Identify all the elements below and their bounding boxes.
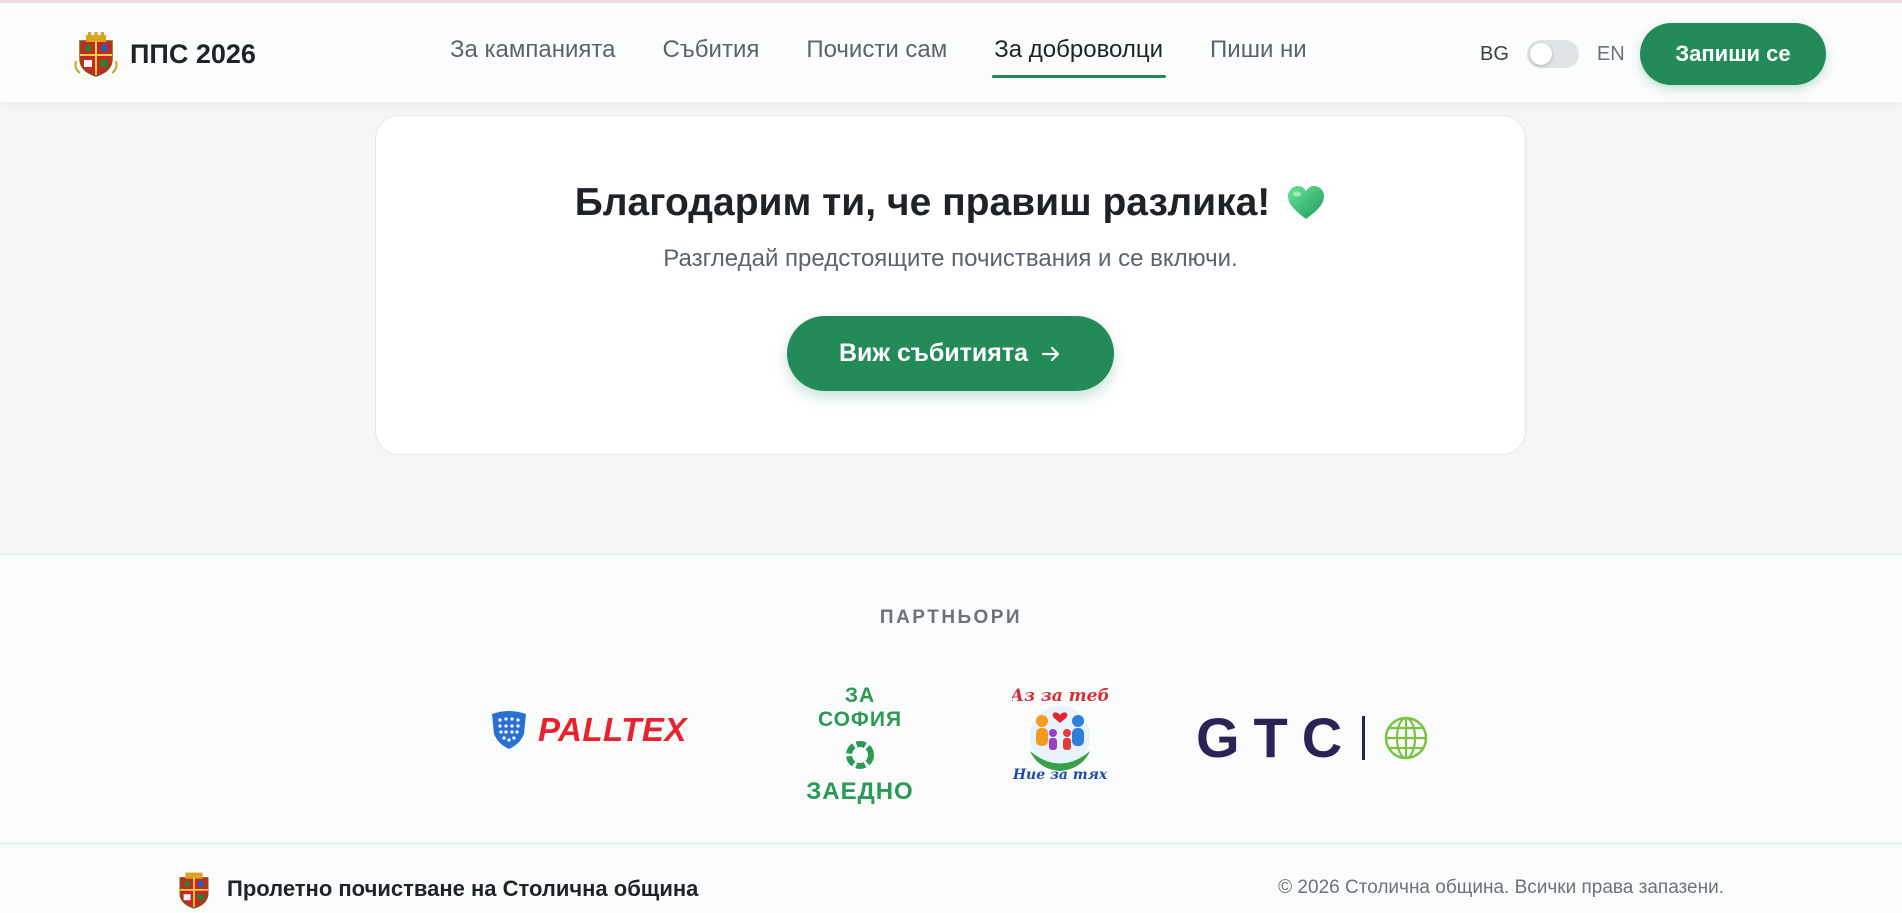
nav-item-clean-yourself[interactable]: Почисти сам xyxy=(806,36,947,64)
thank-you-heading-text: Благодарим ти, че правиш разлика! xyxy=(574,181,1271,224)
partner-logo-gtc[interactable]: GTC xyxy=(1196,705,1429,770)
sofia-crest-icon xyxy=(74,32,118,77)
nav-item-volunteers[interactable]: За доброволци xyxy=(992,36,1166,78)
language-switcher: BG EN xyxy=(1480,40,1625,68)
thank-you-card: Благодарим ти, че правиш разлика! Разгле… xyxy=(375,115,1526,455)
palltex-shield-icon xyxy=(492,711,526,749)
partner-logo-za-sofia-zaedno[interactable]: ЗА СОФИЯ ЗАЕДНО xyxy=(800,684,920,806)
za-sofia-line2: ЗАЕДНО xyxy=(806,778,914,805)
view-events-label: Виж събитията xyxy=(838,339,1029,367)
lang-en-label[interactable]: EN xyxy=(1597,43,1625,66)
za-sofia-line1: ЗА СОФИЯ xyxy=(817,684,903,731)
partner-logo-az-za-teb[interactable]: Аз за теб Ние за тях xyxy=(1012,681,1108,783)
recycle-wreath-icon xyxy=(846,741,874,769)
language-toggle[interactable] xyxy=(1526,40,1579,68)
brand-home-link[interactable]: ППС 2026 xyxy=(74,31,256,77)
green-heart-icon xyxy=(1288,186,1325,219)
nav-item-campaign[interactable]: За кампанията xyxy=(450,36,615,64)
brand-title: ППС 2026 xyxy=(130,38,256,69)
nav-item-events[interactable]: Събития xyxy=(662,36,759,64)
partners-section: ПАРТНЬОРИ PALLTEX ЗА СОФИЯ ЗАЕДНО Аз за … xyxy=(0,554,1902,844)
site-header: ППС 2026 За кампанията Събития Почисти с… xyxy=(0,3,1902,103)
gtc-wordmark: GTC xyxy=(1196,706,1357,769)
nav-item-contact[interactable]: Пиши ни xyxy=(1210,36,1307,64)
main-navigation: За кампанията Събития Почисти сам За доб… xyxy=(450,36,1354,78)
az-za-teb-line1: Аз за теб xyxy=(1012,686,1108,706)
az-za-teb-line2: Ние за тях xyxy=(1012,767,1108,783)
site-footer: Пролетно почистване на Столична община ©… xyxy=(0,845,1902,913)
sofia-crest-icon xyxy=(179,872,209,909)
lang-bg-label[interactable]: BG xyxy=(1480,43,1509,66)
thank-you-subtext: Разгледай предстоящите почиствания и се … xyxy=(663,245,1238,272)
toggle-knob xyxy=(1529,43,1552,65)
globe-icon xyxy=(1384,716,1428,759)
partners-title: ПАРТНЬОРИ xyxy=(879,607,1023,628)
palltex-wordmark: PALLTEX xyxy=(538,711,687,748)
footer-title: Пролетно почистване на Столична община xyxy=(227,876,699,901)
view-events-button[interactable]: Виж събитията xyxy=(787,316,1114,391)
signup-button[interactable]: Запиши се xyxy=(1640,23,1826,85)
arrow-right-icon xyxy=(1041,346,1060,361)
partner-logo-palltex[interactable]: PALLTEX xyxy=(490,710,687,750)
footer-copyright: © 2026 Столична община. Всички права зап… xyxy=(1278,877,1724,898)
footer-brand: Пролетно почистване на Столична община xyxy=(175,869,698,909)
thank-you-heading: Благодарим ти, че правиш разлика! xyxy=(376,181,1525,225)
gtc-separator xyxy=(1362,715,1366,760)
